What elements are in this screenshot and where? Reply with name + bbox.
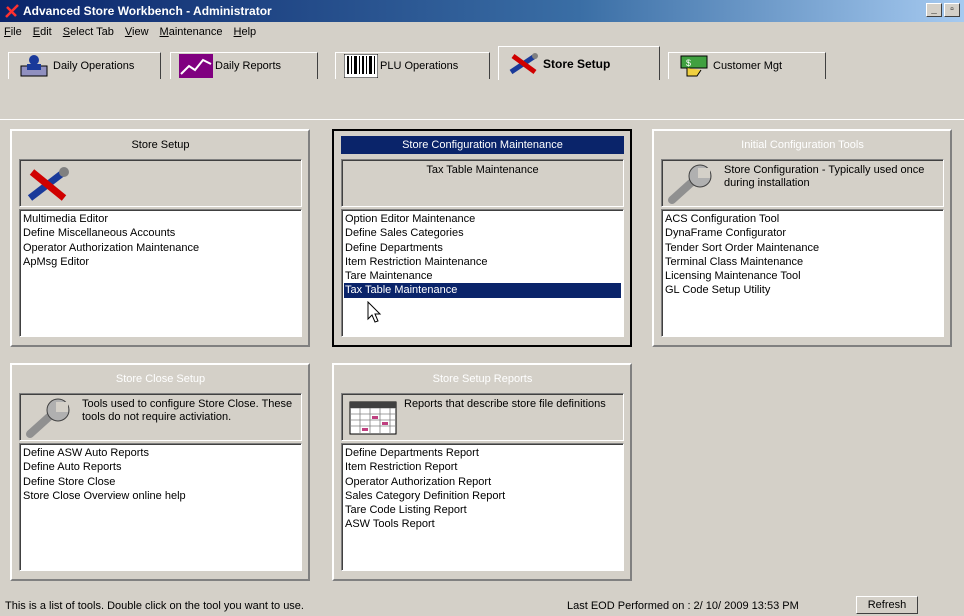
tab-label: Daily Operations: [53, 60, 135, 72]
person-desk-icon: [20, 55, 48, 77]
wrench-icon: [668, 164, 712, 204]
panel-description-text: Store Configuration - Typically used onc…: [724, 164, 925, 189]
panel-store-setup: Store Setup Multimedia Editor Define Mis…: [10, 129, 310, 347]
list-item[interactable]: Item Restriction Report: [344, 460, 621, 474]
tools-icon: [27, 167, 69, 201]
tools-icon: [509, 52, 538, 74]
list-item[interactable]: Store Close Overview online help: [22, 489, 299, 503]
tool-list[interactable]: Multimedia Editor Define Miscellaneous A…: [19, 209, 302, 337]
list-item[interactable]: Tare Code Listing Report: [344, 503, 621, 517]
list-item[interactable]: Option Editor Maintenance: [344, 212, 621, 226]
list-item[interactable]: ACS Configuration Tool: [664, 212, 941, 226]
panel-description: Store Configuration - Typically used onc…: [661, 159, 944, 207]
tool-list[interactable]: Option Editor Maintenance Define Sales C…: [341, 209, 624, 337]
list-item[interactable]: ApMsg Editor: [22, 255, 299, 269]
chart-line-icon: [179, 54, 213, 78]
minimize-button[interactable]: _: [926, 3, 942, 17]
list-item[interactable]: GL Code Setup Utility: [664, 283, 941, 297]
title-bar: Advanced Store Workbench - Administrator…: [0, 0, 964, 22]
list-item[interactable]: Operator Authorization Maintenance: [22, 241, 299, 255]
tab-plu-operations[interactable]: PLU Operations: [335, 52, 490, 79]
list-item[interactable]: Item Restriction Maintenance: [344, 255, 621, 269]
tab-customer-mgt[interactable]: $ Customer Mgt: [668, 52, 826, 79]
panel-setup-reports: Store Setup Reports Reports that describ…: [332, 363, 632, 581]
panel-description-text: Tax Table Maintenance: [426, 164, 539, 176]
panel-description: Tax Table Maintenance: [341, 159, 624, 207]
list-item[interactable]: Multimedia Editor: [22, 212, 299, 226]
tool-list[interactable]: Define Departments Report Item Restricti…: [341, 443, 624, 571]
tool-list[interactable]: Define ASW Auto Reports Define Auto Repo…: [19, 443, 302, 571]
status-bar: This is a list of tools. Double click on…: [0, 594, 964, 616]
list-item[interactable]: Tender Sort Order Maintenance: [664, 241, 941, 255]
list-item-selected[interactable]: Tax Table Maintenance: [344, 283, 621, 298]
report-grid-icon: [349, 401, 397, 435]
list-item[interactable]: Terminal Class Maintenance: [664, 255, 941, 269]
panel-description: [19, 159, 302, 207]
list-item[interactable]: Define Auto Reports: [22, 460, 299, 474]
menu-help[interactable]: Help: [234, 26, 257, 38]
panel-title: Store Setup: [131, 139, 190, 151]
barcode-icon: [344, 54, 378, 78]
panel-description: Tools used to configure Store Close. The…: [19, 393, 302, 441]
tab-strip: Daily Operations Daily Reports PLU Opera…: [0, 41, 964, 120]
list-item[interactable]: Define Sales Categories: [344, 226, 621, 240]
tab-label: Store Setup: [543, 56, 611, 71]
panel-initial-config: Initial Configuration Tools Store Config…: [652, 129, 952, 347]
list-item[interactable]: Define Departments Report: [344, 446, 621, 460]
list-item[interactable]: Tare Maintenance: [344, 269, 621, 283]
tab-label: Customer Mgt: [713, 60, 783, 72]
panel-title: Store Close Setup: [115, 373, 206, 385]
tab-daily-reports[interactable]: Daily Reports: [170, 52, 318, 79]
list-item[interactable]: Licensing Maintenance Tool: [664, 269, 941, 283]
panel-title: Store Configuration Maintenance: [341, 136, 624, 154]
list-item[interactable]: Define Departments: [344, 241, 621, 255]
refresh-button[interactable]: Refresh: [856, 596, 918, 614]
menu-file[interactable]: File: [4, 26, 22, 38]
panel-store-close: Store Close Setup Tools used to configur…: [10, 363, 310, 581]
list-item[interactable]: Define Store Close: [22, 475, 299, 489]
list-item[interactable]: ASW Tools Report: [344, 517, 621, 531]
menu-bar: File Edit Select Tab View Maintenance He…: [0, 22, 964, 41]
panel-title: Initial Configuration Tools: [741, 139, 864, 151]
tab-label: PLU Operations: [380, 60, 459, 72]
tab-label: Daily Reports: [215, 60, 282, 72]
svg-text:$: $: [686, 58, 691, 68]
panel-description-text: Tools used to configure Store Close. The…: [82, 398, 293, 423]
menu-maintenance[interactable]: Maintenance: [160, 26, 223, 38]
menu-edit[interactable]: Edit: [33, 26, 52, 38]
list-item[interactable]: Sales Category Definition Report: [344, 489, 621, 503]
list-item[interactable]: Define Miscellaneous Accounts: [22, 226, 299, 240]
money-hand-icon: $: [680, 55, 708, 77]
mouse-cursor-icon: [367, 301, 382, 323]
window-title: Advanced Store Workbench - Administrator: [23, 4, 272, 18]
app-icon: [5, 4, 19, 18]
list-item[interactable]: DynaFrame Configurator: [664, 226, 941, 240]
tab-store-setup[interactable]: Store Setup: [498, 46, 660, 80]
menu-view[interactable]: View: [125, 26, 149, 38]
menu-select-tab[interactable]: Select Tab: [63, 26, 114, 38]
wrench-icon: [26, 398, 70, 438]
list-item[interactable]: Operator Authorization Report: [344, 475, 621, 489]
restore-button[interactable]: ▫: [944, 3, 960, 17]
panel-description-text: Reports that describe store file definit…: [404, 398, 606, 410]
panel-description: Reports that describe store file definit…: [341, 393, 624, 441]
tab-daily-operations[interactable]: Daily Operations: [8, 52, 161, 79]
last-eod-text: Last EOD Performed on : 2/ 10/ 2009 13:5…: [567, 600, 799, 612]
status-message: This is a list of tools. Double click on…: [5, 600, 304, 612]
tool-list[interactable]: ACS Configuration Tool DynaFrame Configu…: [661, 209, 944, 337]
list-item[interactable]: Define ASW Auto Reports: [22, 446, 299, 460]
panel-title: Store Setup Reports: [432, 373, 533, 385]
